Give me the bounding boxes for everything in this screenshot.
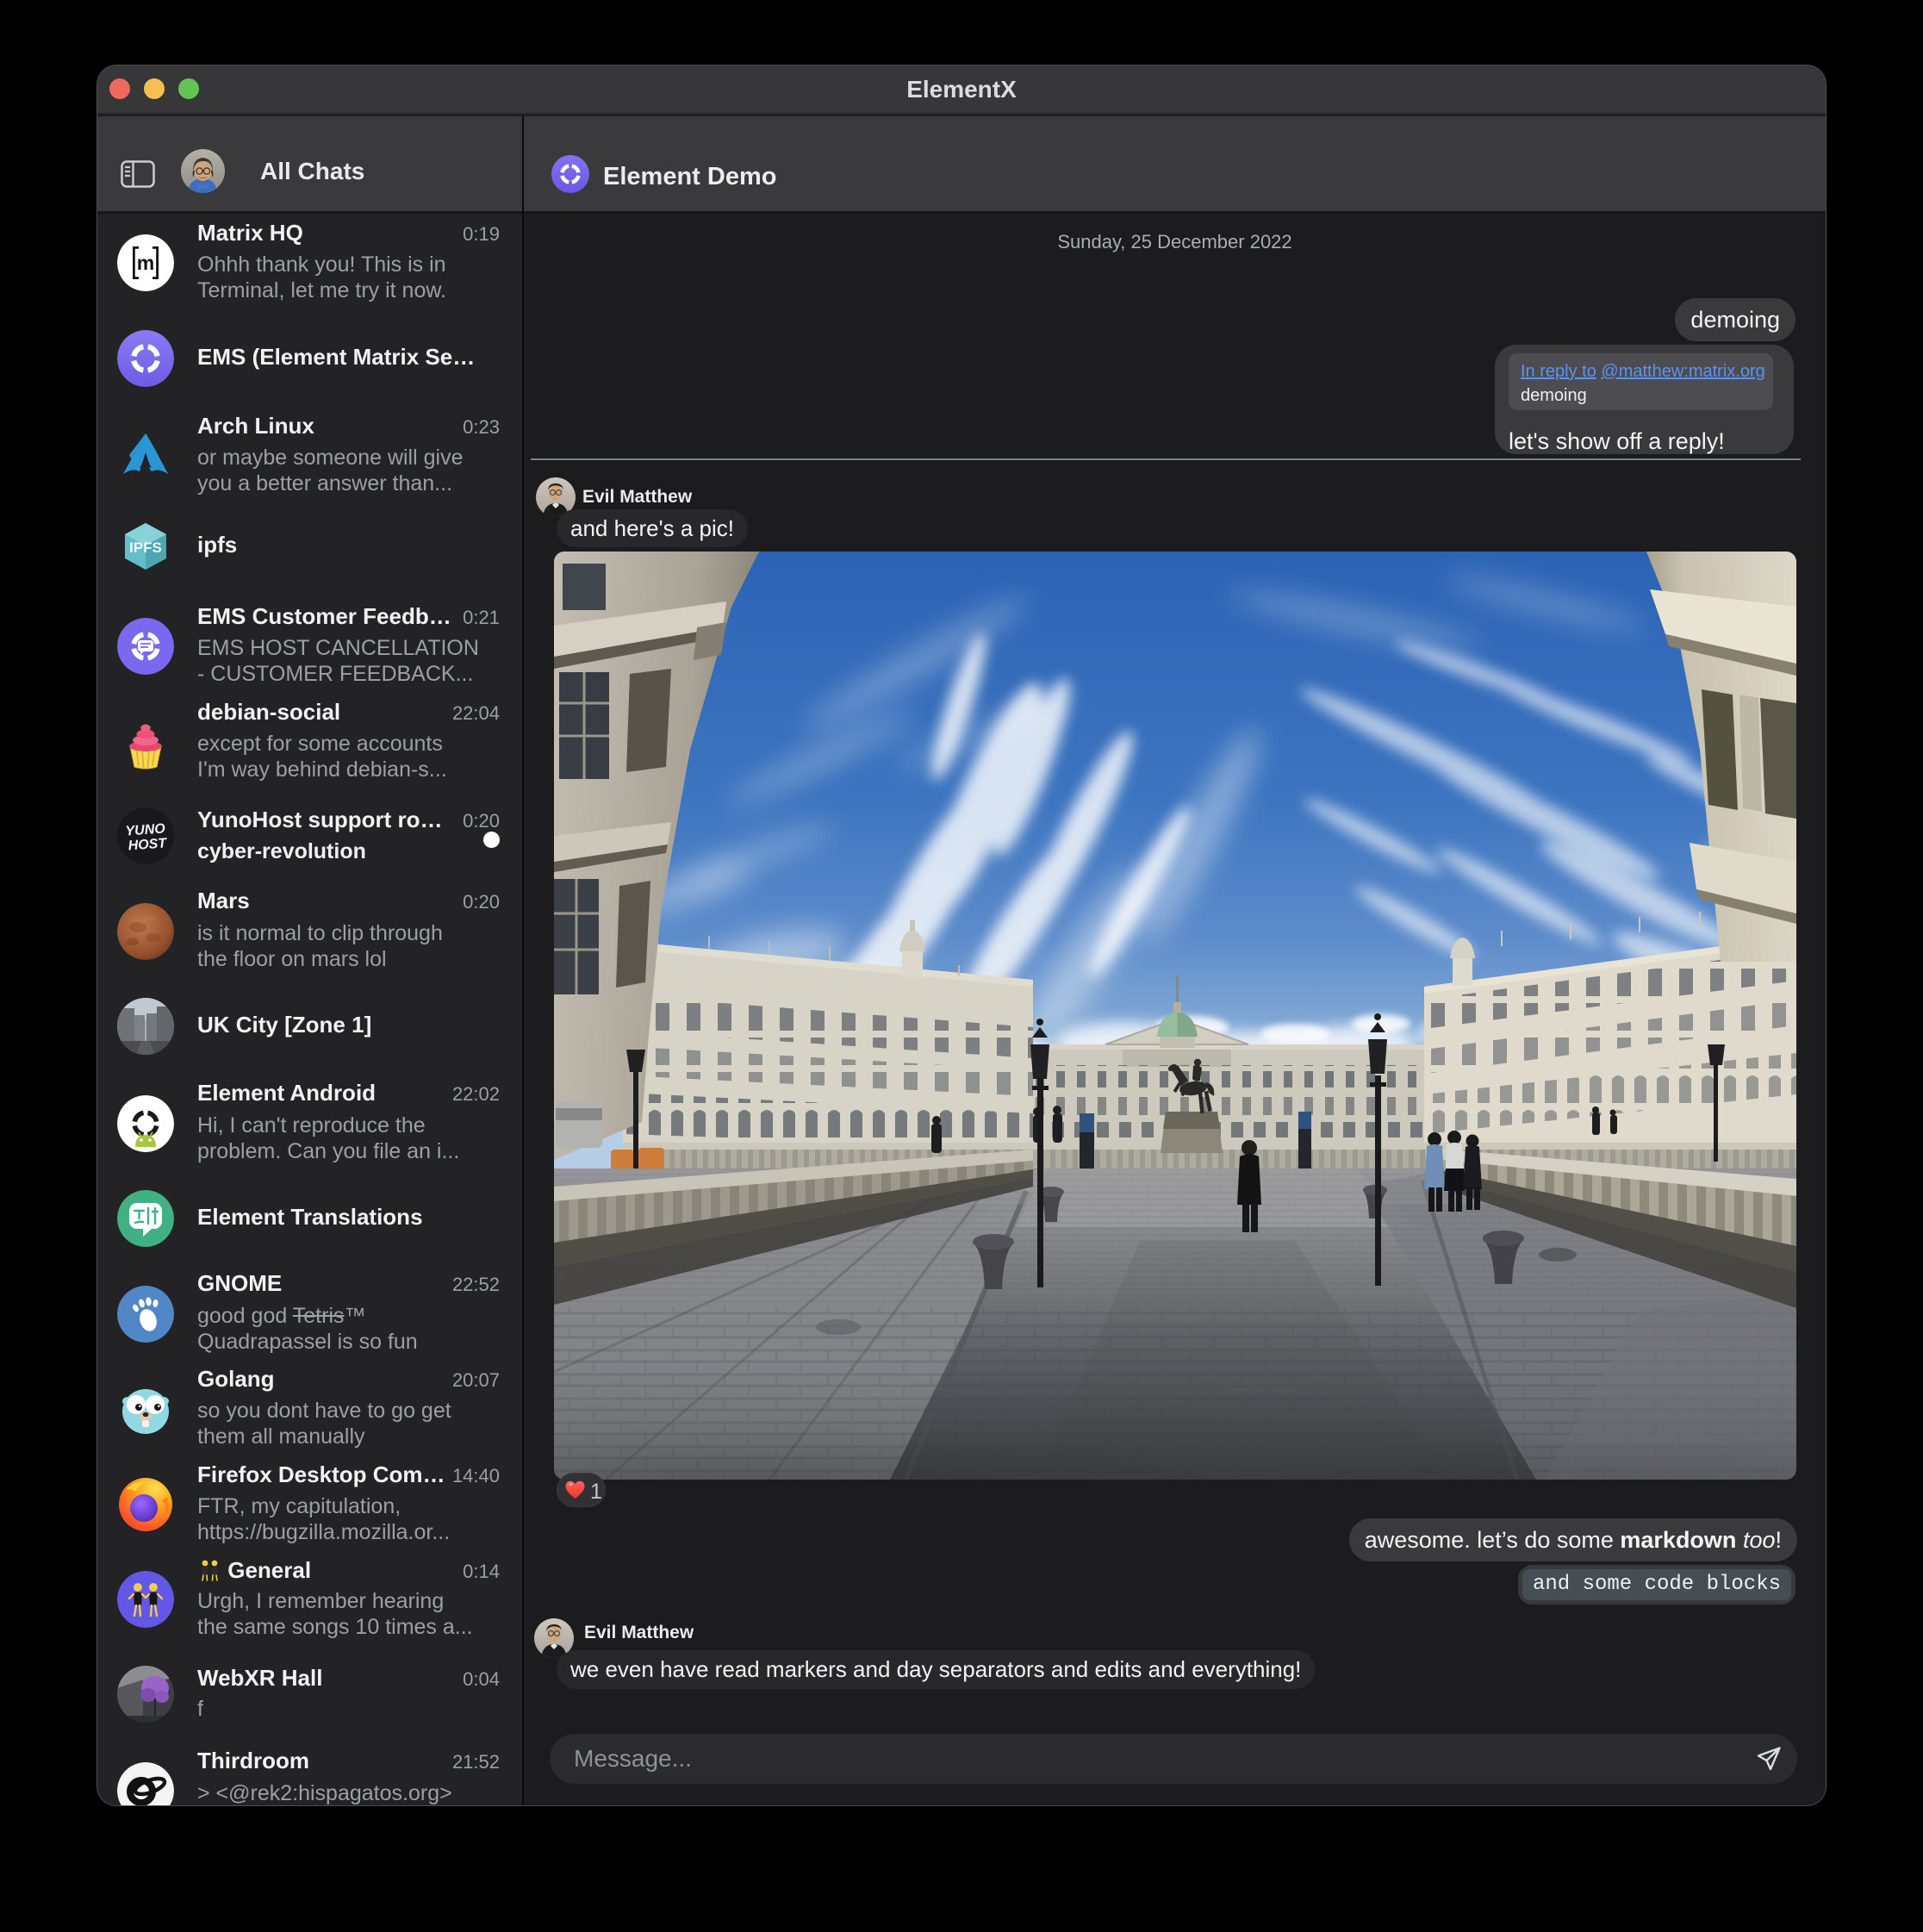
svg-text:IPFS: IPFS <box>129 539 162 556</box>
svg-text:HOST: HOST <box>128 836 168 853</box>
svg-text:m: m <box>137 252 154 274</box>
